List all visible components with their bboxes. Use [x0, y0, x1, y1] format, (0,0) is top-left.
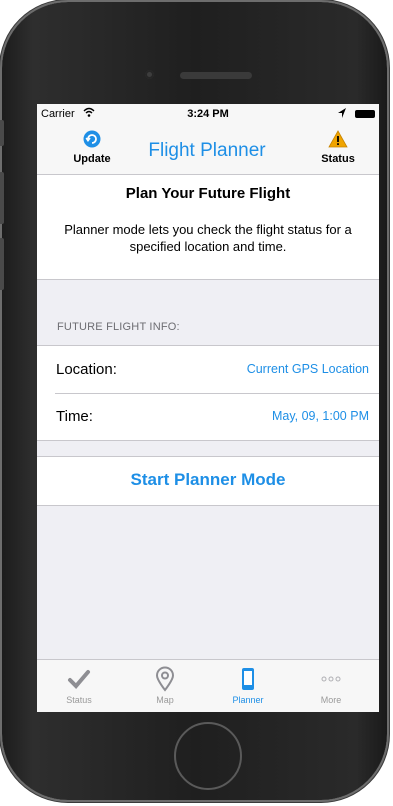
location-label: Location: — [56, 361, 117, 378]
location-arrow-icon — [337, 107, 347, 122]
status-button[interactable]: Status — [313, 130, 363, 165]
tab-map-label: Map — [156, 695, 174, 705]
navigation-bar: Update Flight Planner Status — [37, 124, 379, 175]
battery-icon — [355, 110, 375, 118]
tab-planner[interactable]: Planner — [218, 666, 278, 705]
more-dots-icon — [301, 666, 361, 692]
tab-bar: Status Map Planner More — [37, 659, 379, 712]
update-label: Update — [73, 153, 111, 165]
app-screen: Carrier 3:24 PM Update Flight Planner St… — [37, 104, 379, 712]
home-button[interactable] — [174, 722, 242, 790]
volume-down-button — [0, 238, 4, 290]
status-label: Status — [321, 153, 355, 165]
start-planner-cell: Start Planner Mode — [37, 456, 379, 506]
phone-icon — [218, 666, 278, 692]
intro-description: Planner mode lets you check the flight s… — [64, 222, 352, 254]
checkmark-icon — [49, 666, 109, 692]
location-value[interactable]: Current GPS Location — [247, 362, 369, 376]
time-value[interactable]: May, 09, 1:00 PM — [272, 409, 369, 423]
earpiece-speaker — [180, 72, 252, 79]
intro-title: Plan Your Future Flight — [125, 185, 291, 202]
tab-map[interactable]: Map — [135, 666, 195, 705]
page-title: Flight Planner — [148, 140, 266, 161]
tab-more[interactable]: More — [301, 666, 361, 705]
refresh-icon — [67, 130, 117, 151]
tab-status-label: Status — [66, 695, 92, 705]
location-row[interactable]: Location: Current GPS Location — [37, 346, 379, 393]
clock-time: 3:24 PM — [187, 108, 229, 120]
status-bar: Carrier 3:24 PM — [37, 104, 379, 124]
section-header: FUTURE FLIGHT INFO: — [57, 321, 180, 333]
update-button[interactable]: Update — [67, 130, 117, 165]
time-label: Time: — [56, 408, 93, 425]
mute-switch — [0, 120, 4, 146]
front-camera — [145, 70, 154, 79]
volume-up-button — [0, 172, 4, 224]
warning-icon — [313, 130, 363, 151]
intro-card: Plan Your Future Flight Planner mode let… — [37, 175, 379, 280]
tab-more-label: More — [320, 695, 342, 705]
map-pin-icon — [135, 666, 195, 692]
tab-status[interactable]: Status — [49, 666, 109, 705]
tab-planner-label: Planner — [232, 695, 264, 705]
time-row[interactable]: Time: May, 09, 1:00 PM — [37, 393, 379, 440]
start-planner-button[interactable]: Start Planner Mode — [37, 457, 379, 490]
flight-info-group: Location: Current GPS Location Time: May… — [37, 345, 379, 441]
